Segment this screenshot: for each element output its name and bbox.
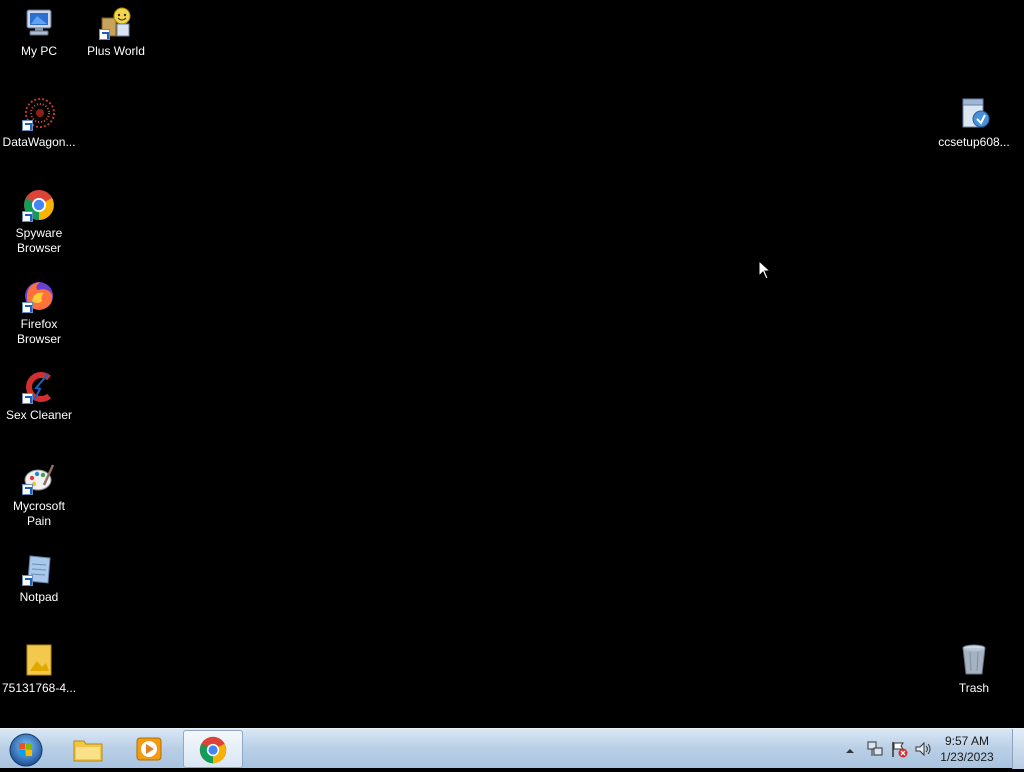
chrome-icon xyxy=(22,188,56,222)
clock-time: 9:57 AM xyxy=(944,734,990,748)
shortcut-arrow-icon xyxy=(22,575,33,586)
desktop-icon-firefox-browser[interactable]: Firefox Browser xyxy=(0,279,78,347)
image-file-icon xyxy=(22,643,56,677)
start-button[interactable] xyxy=(7,731,45,767)
desktop[interactable]: My PC Plus World DataWagon... Spyware Br… xyxy=(0,0,1024,728)
desktop-icon-label: My PC xyxy=(21,44,57,58)
mouse-pointer-icon xyxy=(758,259,772,285)
taskbar-file-explorer[interactable] xyxy=(62,730,118,768)
file-explorer-icon xyxy=(72,735,104,768)
network-icon[interactable] xyxy=(866,740,884,763)
desktop-icon-label: ccsetup608... xyxy=(938,135,1010,149)
desktop-icon-label: Notpad xyxy=(19,590,59,604)
action-center-flag-icon[interactable] xyxy=(890,740,908,763)
desktop-icon-trash[interactable]: Trash xyxy=(935,643,1013,696)
desktop-icon-plus-world[interactable]: Plus World xyxy=(77,6,155,59)
desktop-icon-sex-cleaner[interactable]: Sex Cleaner xyxy=(0,370,78,423)
shortcut-arrow-icon xyxy=(22,393,33,404)
chrome-icon xyxy=(198,735,228,770)
installer-icon xyxy=(957,97,991,131)
desktop-icon-label: DataWagon... xyxy=(2,135,76,149)
shortcut-arrow-icon xyxy=(99,29,110,40)
taskbar: 9:57 AM 1/23/2023 xyxy=(0,728,1024,769)
shortcut-arrow-icon xyxy=(22,211,33,222)
notepad-icon xyxy=(22,552,56,586)
volume-icon[interactable] xyxy=(914,740,932,763)
media-player-icon xyxy=(135,736,163,767)
paint-icon xyxy=(22,461,56,495)
shortcut-arrow-icon xyxy=(22,120,33,131)
desktop-icon-label: Sex Cleaner xyxy=(5,408,73,422)
firefox-icon xyxy=(22,279,56,313)
shortcut-arrow-icon xyxy=(22,484,33,495)
desktop-icon-label: Trash xyxy=(958,681,990,695)
plus-world-icon xyxy=(99,6,133,40)
desktop-icon-label: Plus World xyxy=(87,44,145,58)
taskbar-clock[interactable]: 9:57 AM 1/23/2023 xyxy=(934,733,1000,765)
desktop-icon-label: Spyware Browser xyxy=(15,226,63,255)
ccleaner-icon xyxy=(22,370,56,404)
desktop-icon-datawagon[interactable]: DataWagon... xyxy=(0,97,78,150)
clock-date: 1/23/2023 xyxy=(940,750,994,764)
taskbar-chrome[interactable] xyxy=(183,730,243,768)
computer-icon xyxy=(22,6,56,40)
recycle-bin-icon xyxy=(957,643,991,677)
shortcut-arrow-icon xyxy=(22,302,33,313)
tray-overflow-chevron-icon[interactable] xyxy=(845,743,855,761)
show-desktop-button[interactable] xyxy=(1012,729,1024,769)
taskbar-media-player[interactable] xyxy=(122,730,178,768)
desktop-icon-label: Firefox Browser xyxy=(16,317,61,346)
desktop-icon-notpad[interactable]: Notpad xyxy=(0,552,78,605)
desktop-icon-image-file[interactable]: 75131768-4... xyxy=(0,643,78,696)
desktop-icon-label: Mycrosoft Pain xyxy=(12,499,65,528)
desktop-icon-mycrosoft-pain[interactable]: Mycrosoft Pain xyxy=(0,461,78,529)
desktop-icon-ccsetup[interactable]: ccsetup608... xyxy=(935,97,1013,150)
datawagon-icon xyxy=(22,97,56,131)
desktop-icon-my-pc[interactable]: My PC xyxy=(0,6,78,59)
desktop-icon-label: 75131768-4... xyxy=(1,681,77,695)
desktop-icon-spyware-browser[interactable]: Spyware Browser xyxy=(0,188,78,256)
